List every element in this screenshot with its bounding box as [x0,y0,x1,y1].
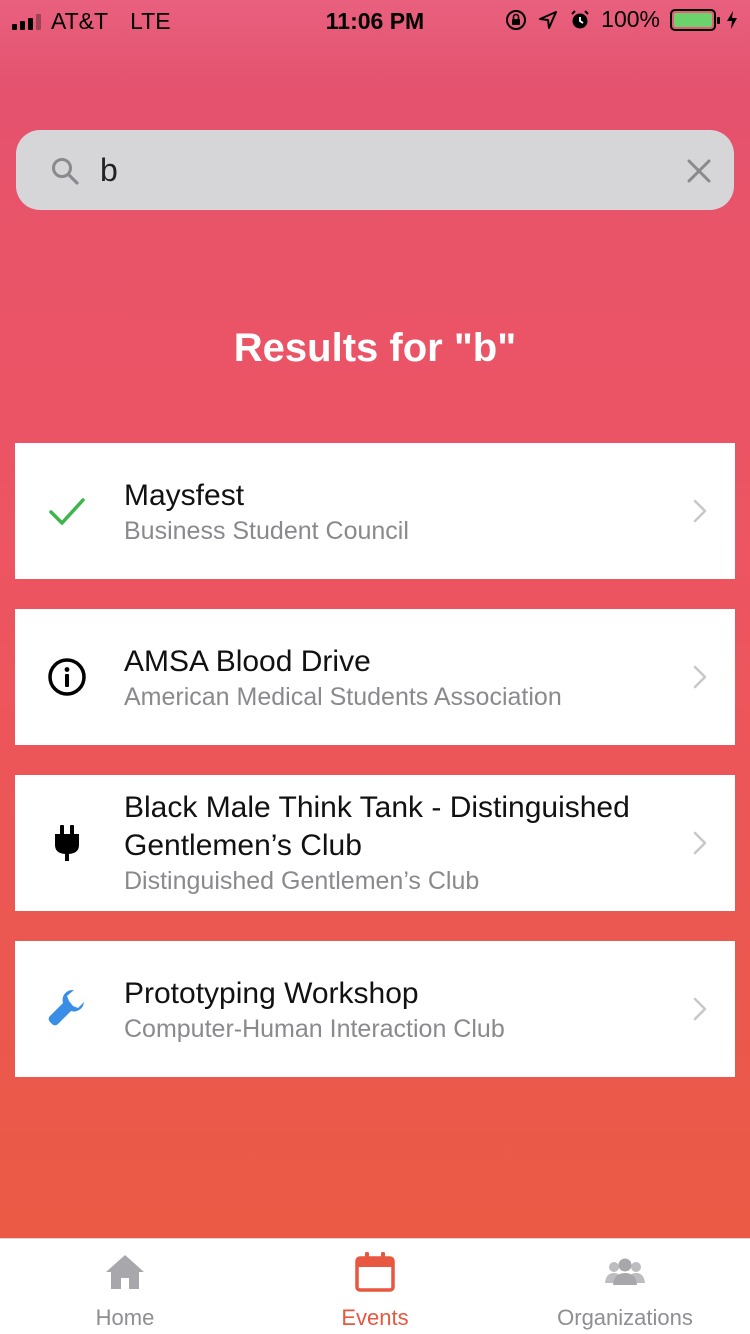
event-text: Prototyping Workshop Computer-Human Inte… [124,975,675,1045]
status-bar: AT&T LTE 11:06 PM 100% [0,0,750,40]
close-icon[interactable] [686,158,712,184]
calendar-icon [355,1252,395,1292]
tab-events[interactable]: Events [250,1239,500,1334]
search-icon [52,158,79,185]
event-organization: American Medical Students Association [124,683,562,711]
battery-percent: 100% [601,6,660,32]
search-input[interactable] [100,150,660,190]
charging-icon [727,10,737,29]
event-organization: Distinguished Gentlemen’s Club [124,867,480,895]
event-card-black-male-think-tank[interactable]: Black Male Think Tank - Distinguished Ge… [15,775,735,911]
alarm-icon [571,9,589,28]
screen-background: AT&T LTE 11:06 PM 100% b Results for "b"… [0,0,750,1238]
info-icon [48,658,86,696]
status-right: 100% [505,6,738,33]
results-title: Results for "b" [233,326,517,370]
chevron-right-icon [693,997,707,1021]
event-text: AMSA Blood Drive American Medical Studen… [124,643,675,713]
location-icon [539,10,558,29]
event-organization: Computer-Human Interaction Club [124,1015,505,1043]
tab-organizations[interactable]: Organizations [500,1239,750,1334]
rotation-lock-icon [506,9,527,30]
event-title: Maysfest [124,479,245,512]
search-bar[interactable] [16,130,734,210]
wrench-icon [48,990,84,1026]
people-icon [605,1258,645,1285]
event-organization: Business Student Council [124,517,409,545]
chevron-right-icon [693,499,707,523]
event-card-prototyping-workshop[interactable]: Prototyping Workshop Computer-Human Inte… [15,941,735,1077]
event-text: Black Male Think Tank - Distinguished Ge… [124,789,675,897]
battery-icon [670,8,720,31]
event-card-amsa-blood-drive[interactable]: AMSA Blood Drive American Medical Studen… [15,609,735,745]
plug-icon [55,825,79,861]
tab-home[interactable]: Home [0,1239,250,1334]
event-title: Black Male Think Tank - Distinguished Ge… [124,791,630,862]
event-card-maysfest[interactable]: Maysfest Business Student Council [15,443,735,579]
tab-label: Organizations [557,1305,693,1330]
home-icon [106,1255,144,1289]
tab-bar: Home Events Organizations [0,1238,750,1334]
chevron-right-icon [693,665,707,689]
tab-label: Events [341,1305,409,1330]
chevron-right-icon [693,831,707,855]
event-title: AMSA Blood Drive [124,645,371,678]
tab-label: Home [95,1305,155,1330]
event-title: Prototyping Workshop [124,977,419,1010]
checkmark-icon [49,498,85,525]
event-text: Maysfest Business Student Council [124,477,675,547]
